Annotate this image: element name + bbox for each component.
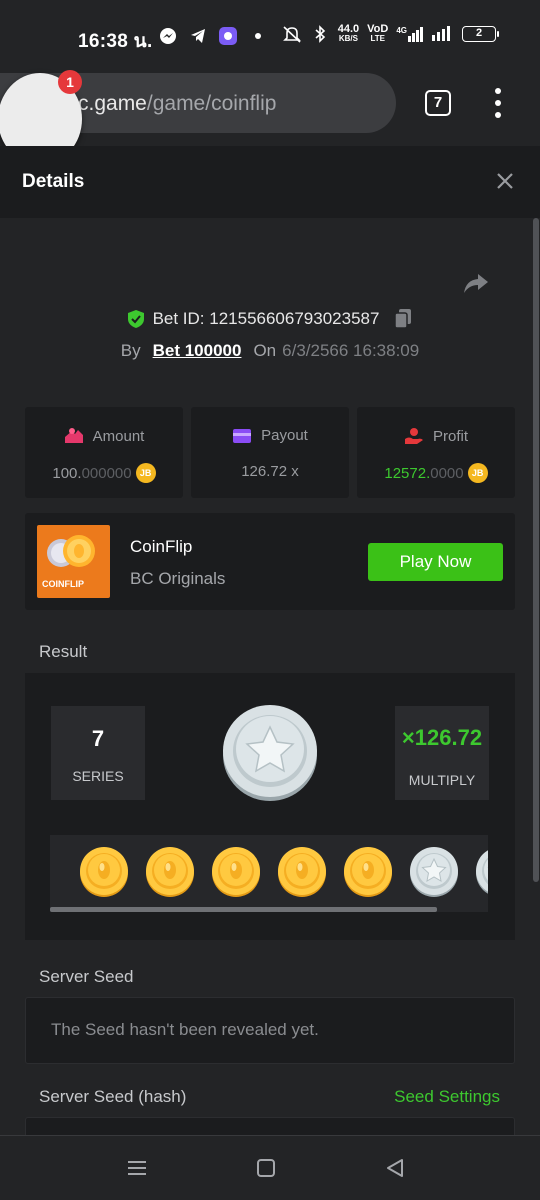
system-nav-bar: [0, 1135, 540, 1200]
bet-id-row: Bet ID: 121556606793023587: [0, 308, 540, 334]
network-speed-unit: KB/S: [338, 34, 358, 43]
game-card: COINFLIP CoinFlip BC Originals Play Now: [25, 513, 515, 610]
bet-by-row: By Bet 100000 On 6/3/2566 16:38:09: [0, 341, 540, 361]
back-button[interactable]: [383, 1156, 407, 1180]
game-name: CoinFlip: [130, 537, 193, 556]
url-domain: c.game: [78, 92, 147, 115]
server-seed-value: The Seed hasn't been revealed yet.: [51, 1020, 319, 1039]
profit-icon: [404, 428, 423, 444]
profit-value: 12572.0000 JB: [357, 463, 515, 483]
volte-label: VoD LTE: [367, 24, 388, 44]
status-notification-icons: [158, 26, 268, 46]
shield-check-icon: [127, 310, 144, 328]
multiply-label: MULTIPLY: [408, 772, 476, 788]
share-icon: [464, 274, 488, 293]
series-value: 7: [91, 726, 105, 751]
battery-indicator: 2: [462, 26, 499, 42]
recent-apps-button[interactable]: [125, 1156, 149, 1180]
amount-main: 100.: [52, 464, 82, 482]
url-path: /game/coinflip: [146, 92, 277, 115]
menu-icon: [128, 1161, 146, 1175]
profit-label-row: Profit: [357, 427, 515, 445]
gold-coin-icon: [278, 847, 326, 897]
share-button[interactable]: [462, 272, 490, 296]
status-bar: 16:38 น. 44.0 KB/S VoD LTE 4G 2: [0, 0, 540, 72]
result-label: Result: [39, 642, 88, 661]
details-title: Details: [22, 171, 85, 192]
mute-icon: [282, 24, 302, 44]
bet-user-link[interactable]: Bet 100000: [153, 341, 242, 360]
copy-icon[interactable]: [393, 308, 413, 330]
browser-menu-button[interactable]: [489, 88, 507, 118]
telegram-icon: [188, 26, 208, 46]
close-button[interactable]: [492, 168, 518, 194]
network-speed: 44.0 KB/S: [338, 24, 359, 44]
gold-coin-icon: [80, 847, 128, 897]
gold-coin-icon: [212, 847, 260, 897]
game-thumb-label: COINFLIP: [42, 579, 84, 589]
multiply-card: ×126.72 MULTIPLY: [395, 706, 489, 800]
dot-icon: [248, 26, 268, 46]
history-scrollbar[interactable]: [50, 907, 437, 912]
server-seed-hash-label: Server Seed (hash): [39, 1087, 187, 1106]
game-provider: BC Originals: [130, 569, 226, 588]
amount-value: 100.000000 JB: [25, 463, 183, 483]
amount-label-row: Amount: [25, 427, 183, 445]
amount-icon: [64, 428, 83, 443]
payout-card: Payout 126.72 x: [191, 407, 349, 498]
multiply-value: ×126.72: [401, 725, 483, 750]
signal-icon: 4G: [396, 26, 424, 42]
silver-coin-icon: [410, 847, 458, 897]
play-now-button[interactable]: Play Now: [368, 543, 503, 581]
home-icon: [257, 1159, 275, 1177]
payout-label: Payout: [261, 427, 308, 444]
home-button[interactable]: [254, 1156, 278, 1180]
bluetooth-icon: [310, 24, 330, 44]
network-type: 4G: [396, 26, 407, 35]
app-icon: [218, 26, 238, 46]
status-system-icons: 44.0 KB/S VoD LTE 4G 2: [282, 24, 499, 44]
profit-decimals: 0000: [430, 464, 464, 482]
wallet-icon: [233, 428, 252, 443]
series-label: SERIES: [72, 768, 124, 784]
bet-date: 6/3/2566 16:38:09: [282, 341, 420, 360]
server-seed-label: Server Seed: [39, 967, 134, 986]
status-time: 16:38 น.: [78, 31, 153, 52]
jb-coin-icon: JB: [135, 463, 156, 483]
amount-label: Amount: [92, 427, 145, 445]
signal-2-icon: [432, 25, 454, 44]
flip-history-strip[interactable]: [50, 835, 488, 912]
on-label: On: [253, 341, 277, 360]
url-text: c.game/game/coinflip: [78, 92, 276, 116]
seed-settings-link[interactable]: Seed Settings: [394, 1087, 500, 1107]
silver-star-coin-icon: [223, 705, 317, 801]
gold-coin-icon: [344, 847, 392, 897]
close-icon: [497, 173, 513, 189]
back-icon: [387, 1159, 403, 1177]
details-header: Details: [0, 146, 540, 218]
result-panel: 7 SERIES ×126.72 MULTIPLY: [25, 673, 515, 940]
game-thumbnail[interactable]: COINFLIP: [37, 525, 110, 598]
profit-card: Profit 12572.0000 JB: [357, 407, 515, 498]
silver-coin-icon: [476, 850, 488, 894]
lte-label: LTE: [370, 34, 385, 43]
payout-value: 126.72 x: [241, 463, 299, 480]
amount-decimals: 000000: [81, 464, 132, 482]
payout-label-row: Payout: [191, 427, 349, 444]
jb-coin-icon: JB: [467, 463, 488, 483]
series-card: 7 SERIES: [51, 706, 145, 800]
messenger-icon: [158, 26, 178, 46]
tab-switcher-button[interactable]: 7: [425, 90, 451, 116]
notification-badge: 1: [58, 70, 82, 94]
by-label: By: [120, 341, 141, 360]
profit-main: 12572.: [384, 464, 431, 482]
bet-id: Bet ID: 121556606793023587: [152, 309, 380, 328]
gold-coin-icon: [146, 847, 194, 897]
profit-label: Profit: [432, 427, 468, 445]
amount-card: Amount 100.000000 JB: [25, 407, 183, 498]
server-seed-box: The Seed hasn't been revealed yet.: [25, 997, 515, 1064]
